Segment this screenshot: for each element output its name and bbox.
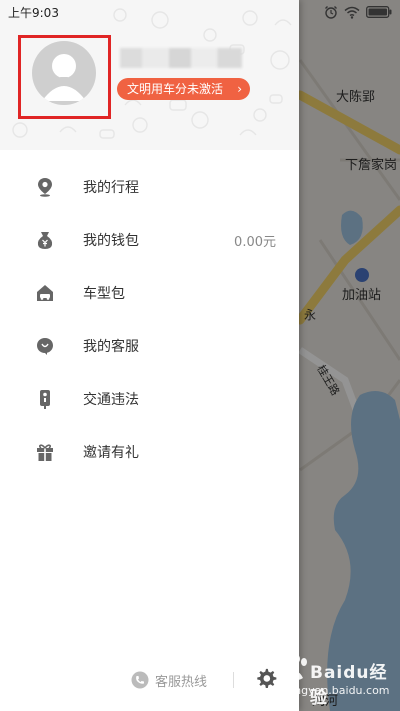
status-icons [324,4,392,20]
menu-label-wallet: 我的钱包 [83,233,139,249]
screen: 大陈郢 下詹家岗 加油站 永 桂王路 刘河 文明用车分未激活 › 我的行程 我的… [0,0,400,711]
menu-item-car-package[interactable]: 车型包 [0,266,299,319]
menu-item-trips[interactable]: 我的行程 [0,160,299,213]
watermark-brand: Baidu经验 [310,663,388,708]
alarm-icon [325,6,337,19]
customer-hotline-button[interactable]: 客服热线 [131,670,207,690]
wifi-icon [344,6,360,19]
battery-icon [366,6,392,18]
menu-item-invite[interactable]: 邀请有礼 [0,425,299,478]
menu-item-traffic-violations[interactable]: 交通违法 [0,372,299,425]
wallet-balance: 0.00元 [234,235,276,250]
watermark-url: jingyan.baidu.com [288,684,390,697]
gift-icon [37,444,53,461]
baidu-jingyan-watermark: Baidu经验 jingyan.baidu.com [280,652,396,708]
chevron-right-icon: › [237,82,242,96]
civil-driving-score-label: 文明用车分未激活 [127,82,224,96]
drawer-menu: 我的行程 我的钱包 0.00元 车型包 我的客服 交通违法 邀请有礼 [0,160,299,478]
gear-icon[interactable] [255,668,277,690]
location-pin-icon [38,178,52,197]
drawer-footer: 客服热线 [0,660,299,700]
username-redacted [120,48,242,68]
phone-icon [131,671,149,689]
side-drawer: 文明用车分未激活 › 我的行程 我的钱包 0.00元 车型包 我的客服 交通违法… [0,0,299,711]
menu-item-wallet[interactable]: 我的钱包 0.00元 [0,213,299,266]
menu-label-invite: 邀请有礼 [83,445,139,461]
menu-label-traffic-violations: 交通违法 [83,392,139,408]
traffic-light-icon [40,390,50,409]
status-time: 上午9:03 [8,6,59,20]
menu-item-customer-service[interactable]: 我的客服 [0,319,299,372]
car-package-icon [37,285,53,301]
baidu-paw-icon [285,655,307,680]
footer-divider [233,672,234,688]
customer-hotline-label: 客服热线 [155,674,208,690]
civil-driving-score-badge[interactable]: 文明用车分未激活 › [117,78,250,100]
customer-service-icon [37,338,53,355]
menu-label-trips: 我的行程 [83,180,139,196]
status-bar: 上午9:03 [0,0,400,24]
menu-label-car-package: 车型包 [83,286,125,302]
money-bag-icon [37,232,53,249]
menu-label-customer-service: 我的客服 [83,339,139,355]
avatar-highlight-box [18,35,111,119]
